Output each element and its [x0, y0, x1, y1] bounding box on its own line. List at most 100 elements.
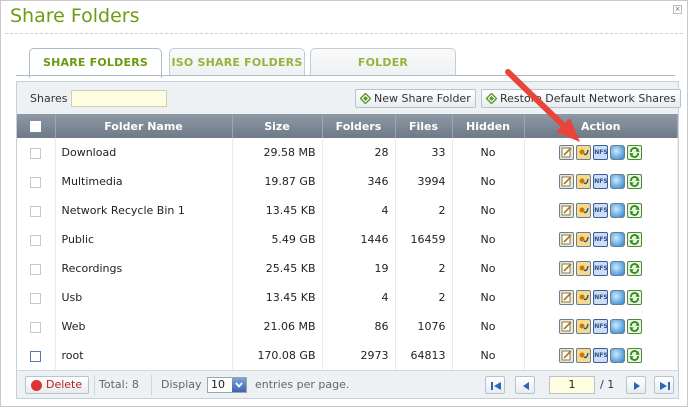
- first-page-icon: [491, 382, 501, 390]
- select-all-checkbox[interactable]: [30, 121, 42, 132]
- nfs-icon[interactable]: NFS: [593, 319, 609, 334]
- refresh-icon[interactable]: [627, 145, 643, 160]
- size-cell: 21.06 MB: [232, 312, 323, 341]
- refresh-icon[interactable]: [627, 290, 643, 305]
- page-number-input[interactable]: 1: [549, 376, 595, 394]
- access-control-icon[interactable]: [576, 145, 592, 160]
- hidden-cell: No: [452, 312, 525, 341]
- folders-cell: 4: [322, 196, 396, 225]
- edit-properties-icon[interactable]: [559, 203, 575, 218]
- column-hidden[interactable]: Hidden: [452, 114, 525, 138]
- restore-default-shares-label: Restore Default Network Shares: [500, 92, 676, 105]
- row-select-cell: [17, 167, 56, 196]
- row-checkbox[interactable]: [30, 292, 42, 304]
- nfs-icon[interactable]: NFS: [593, 348, 609, 363]
- refresh-icon[interactable]: [627, 174, 643, 189]
- microsoft-network-icon[interactable]: [610, 203, 626, 218]
- table-row[interactable]: Public 5.49 GB 1446 16459 No NFS: [17, 225, 678, 254]
- column-folder-name[interactable]: Folder Name: [55, 114, 233, 138]
- title-divider: [5, 33, 683, 34]
- column-folders[interactable]: Folders: [322, 114, 396, 138]
- table-row[interactable]: Network Recycle Bin 1 13.45 KB 4 2 No NFS: [17, 196, 678, 225]
- microsoft-network-icon[interactable]: [610, 348, 626, 363]
- access-control-icon[interactable]: [576, 174, 592, 189]
- last-page-icon: [660, 382, 670, 390]
- restore-default-shares-button[interactable]: Restore Default Network Shares: [481, 89, 681, 108]
- tab-share-folders[interactable]: SHARE FOLDERS: [29, 48, 162, 78]
- search-input[interactable]: [71, 90, 167, 107]
- shares-label: Shares: [30, 92, 68, 105]
- files-cell: 2: [395, 196, 453, 225]
- size-cell: 19.87 GB: [232, 167, 323, 196]
- prev-page-button[interactable]: [515, 376, 535, 394]
- table-row[interactable]: Multimedia 19.87 GB 346 3994 No NFS: [17, 167, 678, 196]
- row-checkbox[interactable]: [30, 321, 42, 333]
- delete-icon: [31, 380, 42, 391]
- files-cell: 1076: [395, 312, 453, 341]
- row-checkbox[interactable]: [30, 350, 42, 362]
- refresh-icon[interactable]: [627, 261, 643, 276]
- row-checkbox[interactable]: [30, 205, 42, 217]
- access-control-icon[interactable]: [576, 232, 592, 247]
- microsoft-network-icon[interactable]: [610, 232, 626, 247]
- table-row[interactable]: Usb 13.45 KB 4 2 No NFS: [17, 283, 678, 312]
- action-cell: NFS: [524, 283, 678, 312]
- table-row[interactable]: root 170.08 GB 2973 64813 No NFS: [17, 341, 678, 370]
- edit-properties-icon[interactable]: [559, 348, 575, 363]
- row-checkbox[interactable]: [30, 147, 42, 159]
- edit-properties-icon[interactable]: [559, 232, 575, 247]
- table-row[interactable]: Recordings 25.45 KB 19 2 No NFS: [17, 254, 678, 283]
- folder-name-cell: Multimedia: [55, 167, 233, 196]
- access-control-icon[interactable]: [576, 203, 592, 218]
- nfs-icon[interactable]: NFS: [593, 232, 609, 247]
- microsoft-network-icon[interactable]: [610, 290, 626, 305]
- column-files[interactable]: Files: [395, 114, 453, 138]
- total-count: Total: 8: [99, 378, 139, 391]
- refresh-icon[interactable]: [627, 203, 643, 218]
- nfs-icon[interactable]: NFS: [593, 203, 609, 218]
- nfs-icon[interactable]: NFS: [593, 290, 609, 305]
- access-control-icon[interactable]: [576, 261, 592, 276]
- refresh-icon[interactable]: [627, 319, 643, 334]
- access-control-icon[interactable]: [576, 319, 592, 334]
- diamond-icon: [486, 93, 497, 104]
- tab-iso-share-folders[interactable]: ISO SHARE FOLDERS: [169, 48, 305, 76]
- nfs-icon[interactable]: NFS: [593, 261, 609, 276]
- nfs-icon[interactable]: NFS: [593, 174, 609, 189]
- new-share-folder-button[interactable]: New Share Folder: [355, 89, 476, 108]
- edit-properties-icon[interactable]: [559, 319, 575, 334]
- chevron-down-icon[interactable]: [232, 378, 246, 392]
- edit-properties-icon[interactable]: [559, 174, 575, 189]
- table-row[interactable]: Web 21.06 MB 86 1076 No NFS: [17, 312, 678, 341]
- last-page-button[interactable]: [654, 376, 674, 394]
- microsoft-network-icon[interactable]: [610, 261, 626, 276]
- tab-folder-aggregation[interactable]: FOLDER AGGREGATION: [310, 48, 456, 97]
- access-control-icon[interactable]: [576, 348, 592, 363]
- nfs-label: NFS: [594, 323, 608, 330]
- row-checkbox[interactable]: [30, 176, 42, 188]
- close-icon[interactable]: ×: [673, 5, 682, 14]
- access-control-icon[interactable]: [576, 290, 592, 305]
- edit-properties-icon[interactable]: [559, 261, 575, 276]
- next-page-button[interactable]: [626, 376, 646, 394]
- per-page-select[interactable]: 10: [207, 377, 247, 393]
- edit-properties-icon[interactable]: [559, 290, 575, 305]
- column-size[interactable]: Size: [232, 114, 323, 138]
- microsoft-network-icon[interactable]: [610, 145, 626, 160]
- table-row[interactable]: Download 29.58 MB 28 33 No NFS: [17, 138, 678, 167]
- files-cell: 64813: [395, 341, 453, 370]
- microsoft-network-icon[interactable]: [610, 319, 626, 334]
- row-checkbox[interactable]: [30, 234, 42, 246]
- refresh-icon[interactable]: [627, 232, 643, 247]
- nfs-label: NFS: [594, 207, 608, 214]
- first-page-button[interactable]: [485, 376, 505, 394]
- row-checkbox[interactable]: [30, 263, 42, 275]
- prev-page-icon: [523, 382, 529, 390]
- folders-cell: 4: [322, 283, 396, 312]
- files-cell: 33: [395, 138, 453, 167]
- edit-properties-icon[interactable]: [559, 145, 575, 160]
- delete-button[interactable]: Delete: [25, 376, 89, 394]
- microsoft-network-icon[interactable]: [610, 174, 626, 189]
- nfs-icon[interactable]: NFS: [593, 145, 609, 160]
- refresh-icon[interactable]: [627, 348, 643, 363]
